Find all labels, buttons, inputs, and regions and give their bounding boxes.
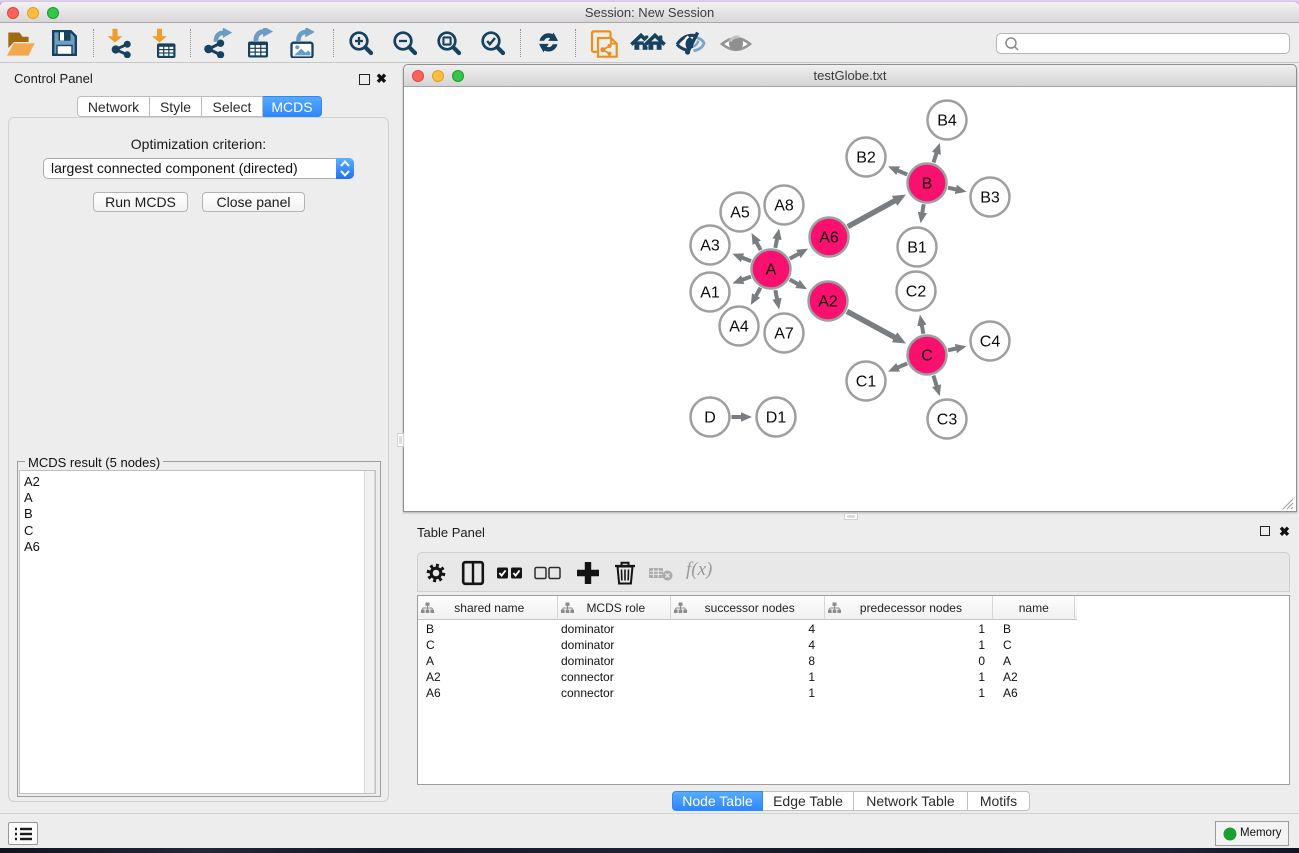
svg-text:C1: C1 <box>856 374 877 391</box>
svg-text:A5: A5 <box>730 205 750 222</box>
svg-text:C: C <box>921 348 933 365</box>
svg-text:A2: A2 <box>818 294 838 311</box>
svg-text:C3: C3 <box>937 412 958 429</box>
svg-text:A7: A7 <box>774 326 794 343</box>
svg-text:C4: C4 <box>980 334 1001 351</box>
svg-text:B1: B1 <box>907 240 927 257</box>
svg-text:A3: A3 <box>700 238 720 255</box>
svg-text:D1: D1 <box>766 410 787 427</box>
svg-text:A8: A8 <box>774 198 794 215</box>
svg-text:B3: B3 <box>980 190 1000 207</box>
svg-text:C2: C2 <box>906 284 927 301</box>
svg-text:A6: A6 <box>819 230 839 247</box>
svg-text:B2: B2 <box>856 150 876 167</box>
svg-text:A1: A1 <box>700 285 720 302</box>
svg-text:B4: B4 <box>937 113 957 130</box>
svg-text:D: D <box>704 410 716 427</box>
svg-text:B: B <box>922 176 933 193</box>
svg-text:A4: A4 <box>729 319 749 336</box>
svg-text:A: A <box>766 262 777 279</box>
